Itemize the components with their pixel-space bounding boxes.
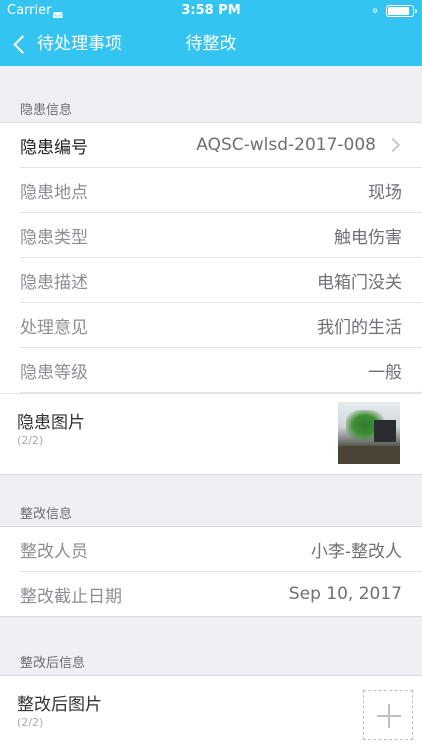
row-label: 隐患类型 xyxy=(20,227,88,248)
row-deadline: 整改截止日期 Sep 10, 2017 xyxy=(20,572,422,616)
after-info-group: 整改后图片 (2/2) xyxy=(0,675,422,756)
row-label: 隐患编号 xyxy=(20,137,88,158)
row-value: 电箱门没关 xyxy=(317,272,402,293)
row-label: 整改人员 xyxy=(20,541,88,562)
top-bar: Carrier ◛ 3:58 PM ⚬ 待处理事项 待整改 xyxy=(0,0,422,66)
row-value: 触电伤害 xyxy=(334,227,402,248)
status-time: 3:58 PM xyxy=(181,3,241,18)
row-hazard-images: 隐患图片 (2/2) xyxy=(0,393,422,474)
add-photo-button[interactable] xyxy=(363,690,413,740)
row-handling-opinion: 处理意见 我们的生活 xyxy=(20,303,422,348)
nav-bar: 待处理事项 待整改 xyxy=(0,22,422,66)
rectify-info-group: 整改人员 小李-整改人 整改截止日期 Sep 10, 2017 xyxy=(0,526,422,617)
section-header-after: 整改后信息 xyxy=(20,656,86,671)
images-label: 隐患图片 xyxy=(17,413,85,433)
status-bar: Carrier ◛ 3:58 PM ⚬ xyxy=(0,0,422,22)
row-after-images: 整改后图片 (2/2) xyxy=(0,676,422,756)
row-hazard-location: 隐患地点 现场 xyxy=(20,168,422,213)
row-label: 隐患描述 xyxy=(20,272,88,293)
images-count: (2/2) xyxy=(17,434,44,447)
row-value: Sep 10, 2017 xyxy=(288,584,402,604)
rotation-lock-icon: ⚬ xyxy=(369,4,380,18)
row-value: 小李-整改人 xyxy=(310,541,402,562)
section-header-rectify: 整改信息 xyxy=(20,507,73,522)
row-label: 隐患地点 xyxy=(20,182,88,203)
row-label: 处理意见 xyxy=(20,317,88,338)
row-hazard-description: 隐患描述 电箱门没关 xyxy=(20,258,422,303)
hazard-photo-thumbnail[interactable] xyxy=(338,402,400,464)
images-count: (2/2) xyxy=(17,716,44,729)
battery-icon xyxy=(386,5,417,17)
images-label: 整改后图片 xyxy=(17,695,102,715)
row-value-wrap: AQSC-wlsd-2017-008 xyxy=(196,135,402,155)
row-value: 现场 xyxy=(368,182,402,203)
row-label: 整改截止日期 xyxy=(20,586,122,607)
row-value: 我们的生活 xyxy=(317,317,402,338)
row-hazard-id[interactable]: 隐患编号 AQSC-wlsd-2017-008 xyxy=(20,123,422,168)
hazard-info-group: 隐患编号 AQSC-wlsd-2017-008 隐患地点 现场 隐患类型 触电伤… xyxy=(0,122,422,475)
row-rectifier: 整改人员 小李-整改人 xyxy=(20,527,422,572)
row-value: AQSC-wlsd-2017-008 xyxy=(196,135,376,155)
chevron-right-icon xyxy=(385,137,401,153)
row-value: 一般 xyxy=(368,362,402,383)
row-hazard-level: 隐患等级 一般 xyxy=(20,348,422,393)
page-title: 待整改 xyxy=(185,34,237,54)
section-header-hazard: 隐患信息 xyxy=(20,103,73,118)
row-hazard-type: 隐患类型 触电伤害 xyxy=(20,213,422,258)
row-label: 隐患等级 xyxy=(20,362,88,383)
